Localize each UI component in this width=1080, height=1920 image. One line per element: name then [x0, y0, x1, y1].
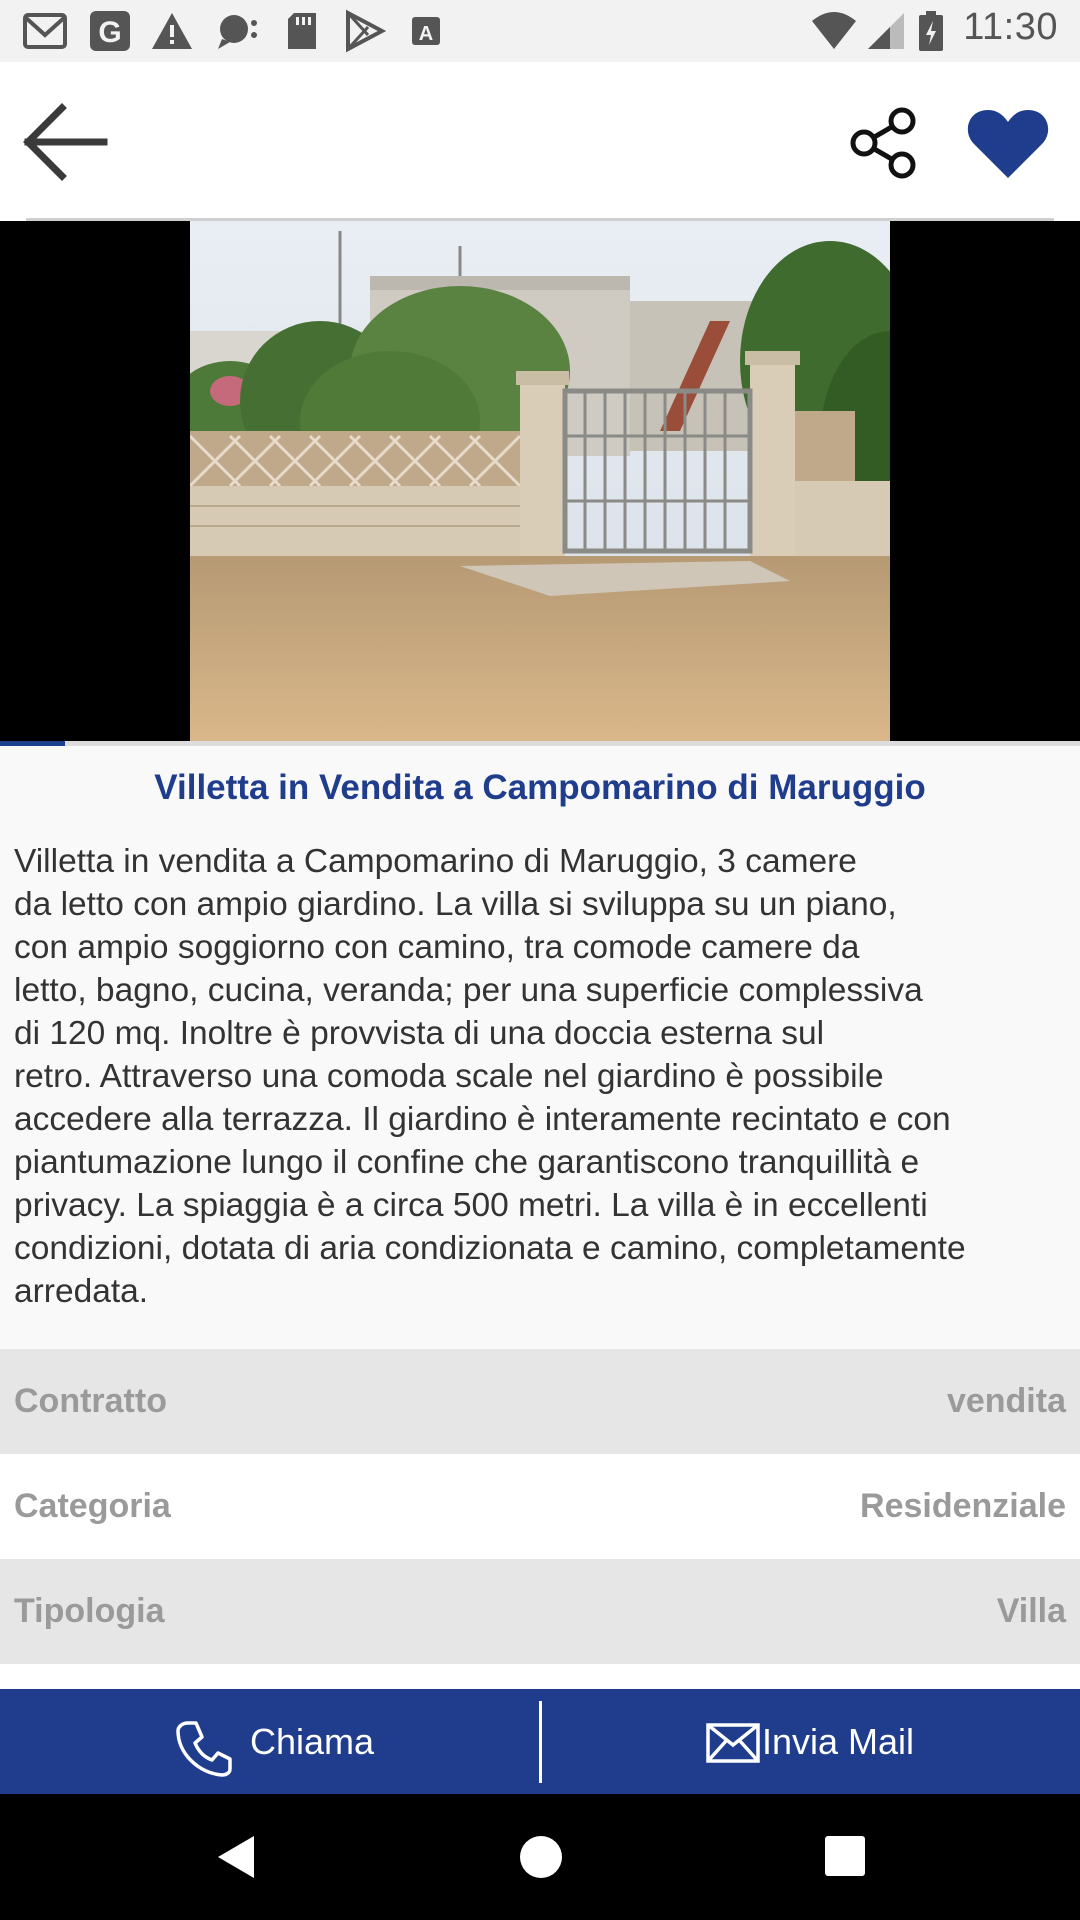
listing-title: Villetta in Vendita a Campomarino di Mar…: [154, 768, 926, 807]
favorite-button[interactable]: [966, 106, 1050, 182]
listing-content: Villetta in Vendita a Campomarino di Mar…: [0, 746, 1080, 1349]
cell-signal-icon: [868, 13, 904, 49]
phone-icon: [176, 1721, 232, 1777]
google-icon: G: [90, 11, 130, 51]
mail-icon: [706, 1723, 760, 1763]
description-line: piantumazione lungo il confine che garan…: [14, 1144, 920, 1181]
detail-row-categoria: Categoria Residenziale: [0, 1454, 1080, 1559]
detail-value: Residenziale: [860, 1487, 1066, 1525]
square-recents-icon: [825, 1836, 865, 1876]
description-line: condizioni, dotata di aria condizionata …: [14, 1230, 966, 1267]
description-line: da letto con ampio giardino. La villa si…: [14, 886, 897, 923]
share-button[interactable]: [846, 106, 920, 180]
send-mail-label: Invia Mail: [762, 1721, 915, 1762]
description-line: retro. Attraverso una comoda scale nel g…: [14, 1058, 884, 1095]
listing-description: Villetta in vendita a Campomarino di Mar…: [14, 840, 1069, 1313]
detail-label: Tipologia: [14, 1592, 165, 1630]
svg-text:A: A: [419, 23, 433, 45]
arrow-left-icon: [23, 103, 108, 181]
heart-icon: [967, 110, 1049, 178]
description-line: letto, bagno, cucina, veranda; per una s…: [14, 972, 923, 1009]
status-bar: G A 11:30: [0, 0, 1080, 62]
back-button[interactable]: [20, 102, 112, 182]
nav-back-button[interactable]: [214, 1834, 260, 1880]
triangle-back-icon: [218, 1836, 254, 1878]
call-label: Chiama: [250, 1721, 375, 1762]
description-line: accedere alla terrazza. Il giardino è in…: [14, 1101, 951, 1138]
play-store-icon: [346, 9, 386, 53]
status-time: 11:30: [963, 6, 1058, 48]
details-table: Contratto vendita Categoria Residenziale Tip…: [0, 1349, 1080, 1664]
villa-photo[interactable]: [190, 221, 890, 741]
villa-photo-image: [190, 221, 890, 741]
send-mail-button[interactable]: Invia Mail: [540, 1689, 1080, 1794]
warning-icon: [152, 13, 192, 49]
font-icon: A: [412, 17, 440, 45]
battery-icon: [919, 11, 943, 51]
gmail-icon: [23, 13, 67, 49]
description-line: privacy. La spiaggia è a circa 500 metri…: [14, 1187, 928, 1224]
description-line: con ampio soggiorno con camino, tra como…: [14, 929, 860, 966]
description-line: arredata.: [14, 1273, 149, 1310]
circle-home-icon: [520, 1836, 562, 1878]
app-bar: [0, 62, 1080, 220]
svg-text:G: G: [98, 16, 121, 49]
detail-label: Categoria: [14, 1487, 171, 1525]
detail-value: vendita: [946, 1382, 1066, 1420]
photo-gallery[interactable]: [0, 221, 1080, 741]
chat-bubble-icon: [218, 15, 257, 49]
description-line: di 120 mq. Inoltre è provvista di una do…: [14, 1015, 825, 1052]
detail-label: Contratto: [14, 1382, 167, 1420]
nav-home-button[interactable]: [518, 1834, 564, 1880]
detail-row-tipologia: Tipologia Villa: [0, 1559, 1080, 1664]
system-nav-bar: [0, 1794, 1080, 1920]
call-button[interactable]: Chiama: [0, 1689, 540, 1794]
sd-card-icon: [288, 13, 316, 49]
action-bar: Chiama Invia Mail: [0, 1689, 1080, 1794]
detail-value: Villa: [996, 1592, 1066, 1630]
nav-recents-button[interactable]: [824, 1835, 866, 1877]
wifi-icon: [812, 12, 856, 49]
description-line: Villetta in vendita a Campomarino di Mar…: [14, 843, 857, 880]
share-icon: [850, 107, 916, 179]
detail-row-contratto: Contratto vendita: [0, 1349, 1080, 1454]
